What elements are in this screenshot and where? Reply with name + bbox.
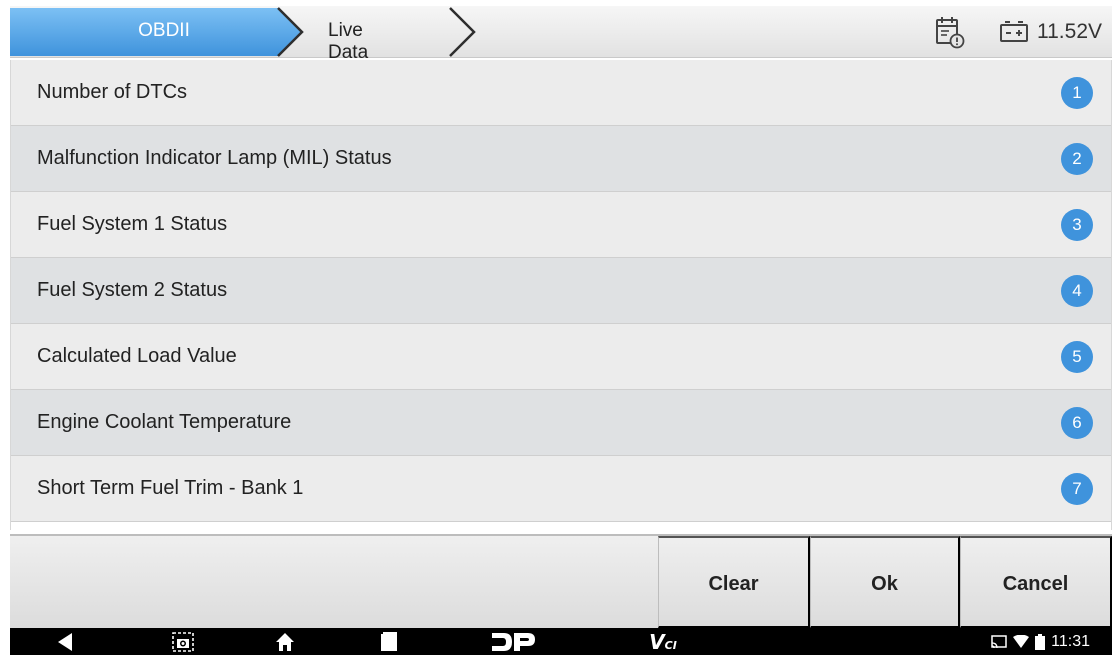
home-icon[interactable] xyxy=(270,628,300,655)
list-item-label: Short Term Fuel Trim - Bank 1 xyxy=(37,477,304,499)
dp-logo-icon[interactable] xyxy=(488,628,538,655)
breadcrumb-item-obdii[interactable]: OBDII xyxy=(124,20,204,42)
list-item[interactable]: Fuel System 2 Status 4 xyxy=(11,258,1111,324)
back-icon[interactable] xyxy=(50,628,80,655)
list-item-number-badge: 2 xyxy=(1061,143,1093,175)
calendar-alert-icon[interactable] xyxy=(935,15,965,49)
list-item-label: Engine Coolant Temperature xyxy=(37,411,292,433)
list-item-label: Malfunction Indicator Lamp (MIL) Status xyxy=(37,147,392,169)
vci-icon[interactable]: VCI xyxy=(638,628,688,655)
list-item[interactable]: Engine Coolant Temperature 6 xyxy=(11,390,1111,456)
list-item-label: Fuel System 1 Status xyxy=(37,213,228,235)
list-item-number-badge: 3 xyxy=(1061,209,1093,241)
list-item-number-badge: 7 xyxy=(1061,473,1093,505)
action-bar: Clear Ok Cancel xyxy=(10,534,1112,628)
list-item-label: Number of DTCs xyxy=(37,81,188,103)
list-item-number-badge: 6 xyxy=(1061,407,1093,439)
top-bar: OBDII Live Data 11.52V xyxy=(10,6,1112,63)
list-item-number-badge: 5 xyxy=(1061,341,1093,373)
list-item[interactable]: Malfunction Indicator Lamp (MIL) Status … xyxy=(11,126,1111,192)
list-item[interactable]: Number of DTCs 1 xyxy=(11,60,1111,126)
live-data-list: Number of DTCs 1 Malfunction Indicator L… xyxy=(10,60,1112,530)
cancel-button[interactable]: Cancel xyxy=(960,536,1112,628)
breadcrumb-shapes xyxy=(10,7,476,57)
system-status: 11:31 xyxy=(991,628,1090,655)
battery-icon xyxy=(1000,21,1028,42)
clear-button[interactable]: Clear xyxy=(658,536,810,628)
list-item[interactable]: Calculated Load Value 5 xyxy=(11,324,1111,390)
list-item[interactable]: Fuel System 1 Status 3 xyxy=(11,192,1111,258)
ok-button[interactable]: Ok xyxy=(810,536,960,628)
vci-sub-label: CI xyxy=(664,638,677,652)
cast-icon xyxy=(991,634,1007,648)
vci-label: V xyxy=(649,629,665,654)
list-item-label: Calculated Load Value xyxy=(37,345,237,367)
screenshot-icon[interactable] xyxy=(168,628,198,655)
voltage-readout: 11.52V xyxy=(1037,20,1102,43)
system-nav-bar: VCI 11:31 xyxy=(10,628,1112,655)
breadcrumb-item-live-data[interactable]: Live Data xyxy=(328,20,368,64)
list-item-number-badge: 1 xyxy=(1061,77,1093,109)
list-item-number-badge: 4 xyxy=(1061,275,1093,307)
wifi-icon xyxy=(1013,634,1030,648)
list-item-label: Fuel System 2 Status xyxy=(37,279,228,301)
status-area: 11.52V xyxy=(935,6,1102,58)
list-item[interactable]: Short Term Fuel Trim - Bank 1 7 xyxy=(11,456,1111,522)
battery-status-icon xyxy=(1035,633,1046,650)
recent-apps-icon[interactable] xyxy=(374,628,404,655)
clock-time: 11:31 xyxy=(1051,632,1090,650)
